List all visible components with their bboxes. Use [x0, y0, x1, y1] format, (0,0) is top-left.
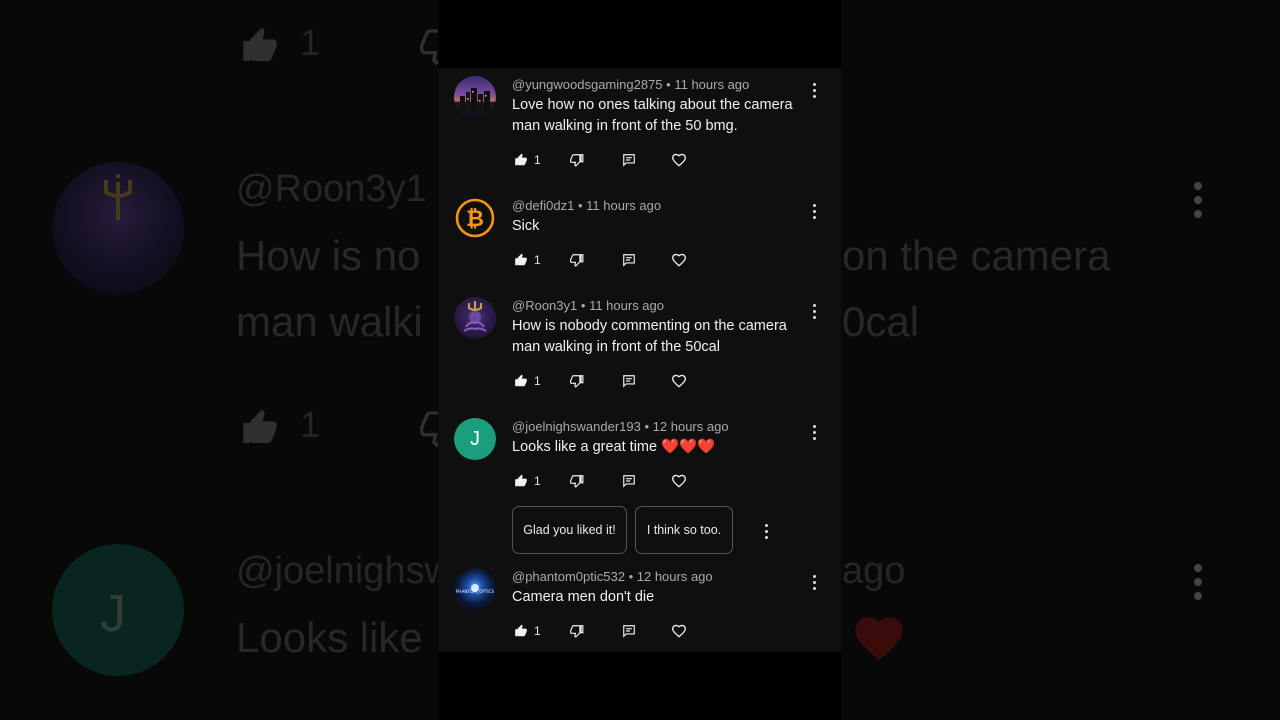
- comment-actions: 1: [512, 472, 712, 490]
- dislike-button[interactable]: [570, 472, 584, 490]
- comment-author[interactable]: @joelnighswander193: [512, 419, 641, 434]
- bitcoin-icon: ₿: [455, 198, 495, 238]
- thumbs-up-icon: [515, 153, 527, 166]
- more-options-icon[interactable]: [812, 575, 818, 593]
- comment-meta: @defi0dz1 • 11 hours ago: [512, 198, 661, 213]
- thumbs-down-icon: [570, 254, 584, 267]
- avatar[interactable]: [454, 297, 496, 339]
- suggested-reply-chip[interactable]: I think so too.: [635, 506, 733, 554]
- comment-time[interactable]: 11 hours ago: [589, 298, 664, 313]
- comment-time[interactable]: 12 hours ago: [637, 569, 713, 584]
- thumbs-down-icon: [570, 154, 584, 167]
- reply-button[interactable]: [622, 151, 636, 169]
- avatar[interactable]: J: [454, 418, 496, 460]
- avatar[interactable]: ₿: [454, 197, 496, 239]
- comment-meta: @phantom0ptic532 • 12 hours ago: [512, 569, 713, 584]
- comment-actions: 1: [512, 151, 712, 169]
- separator: •: [577, 198, 583, 213]
- thumbs-up-icon: [515, 474, 527, 487]
- city-night-icon: [460, 88, 490, 112]
- more-replies-icon[interactable]: [764, 524, 770, 542]
- comment-meta: @Roon3y1 • 11 hours ago: [512, 298, 664, 313]
- separator: •: [666, 77, 671, 92]
- reply-button[interactable]: [622, 472, 636, 490]
- comment-text: Camera men don't die: [512, 589, 655, 605]
- heart-button[interactable]: [671, 622, 687, 640]
- comment-text: Looks like a great time ❤️❤️❤️: [512, 439, 716, 455]
- like-count: 1: [534, 153, 541, 167]
- like-button[interactable]: 1: [514, 372, 541, 390]
- comment-author[interactable]: @phantom0ptic532: [512, 569, 625, 584]
- reply-button[interactable]: [622, 622, 636, 640]
- comment-time[interactable]: 11 hours ago: [674, 77, 749, 92]
- reply-icon: [623, 154, 635, 167]
- like-button[interactable]: 1: [514, 472, 541, 490]
- octopus-king-icon: [463, 301, 487, 332]
- heart-outline-icon: [671, 374, 687, 388]
- heart-outline-icon: [671, 153, 687, 167]
- heart-button[interactable]: [671, 372, 687, 390]
- heart-button[interactable]: [671, 472, 687, 490]
- dislike-button[interactable]: [570, 622, 584, 640]
- comment-author[interactable]: @Roon3y1: [512, 298, 577, 313]
- thumbs-up-icon: [515, 374, 527, 387]
- like-button[interactable]: 1: [514, 622, 541, 640]
- avatar[interactable]: [454, 76, 496, 118]
- comment-text: How is nobody commenting on the camera m…: [512, 318, 787, 355]
- phantom-optics-icon: PHANTOM_OPTICS: [456, 584, 495, 594]
- more-options-icon[interactable]: [812, 425, 818, 443]
- heart-button[interactable]: [671, 151, 687, 169]
- dislike-button[interactable]: [570, 372, 584, 390]
- like-button[interactable]: 1: [514, 151, 541, 169]
- reply-icon: [623, 254, 635, 267]
- reply-button[interactable]: [622, 372, 636, 390]
- reply-icon: [623, 625, 635, 638]
- thumbs-down-icon: [570, 375, 584, 388]
- dislike-button[interactable]: [570, 251, 584, 269]
- thumbs-up-icon: [515, 624, 527, 637]
- comment-time[interactable]: 12 hours ago: [653, 419, 729, 434]
- like-count: 1: [534, 374, 541, 388]
- comments-panel: @yungwoodsgaming2875 • 11 hours ago Love…: [438, 0, 841, 720]
- like-count: 1: [534, 253, 541, 267]
- comment-text: Sick: [512, 218, 540, 234]
- separator: •: [644, 419, 650, 434]
- avatar[interactable]: PHANTOM_OPTICS: [454, 568, 496, 610]
- separator: •: [580, 298, 586, 313]
- svg-text:₿: ₿: [466, 207, 484, 232]
- heart-button[interactable]: [671, 251, 687, 269]
- comment-actions: 1: [512, 372, 712, 390]
- more-options-icon[interactable]: [812, 204, 818, 222]
- thumbs-down-icon: [570, 625, 584, 638]
- like-count: 1: [534, 474, 541, 488]
- reply-icon: [623, 475, 635, 488]
- heart-outline-icon: [671, 624, 687, 638]
- comment-author[interactable]: @yungwoodsgaming2875: [512, 77, 663, 92]
- comment-actions: 1: [512, 251, 712, 269]
- comment-author[interactable]: @defi0dz1: [512, 198, 574, 213]
- comment-meta: @joelnighswander193 • 12 hours ago: [512, 419, 729, 434]
- like-button[interactable]: 1: [514, 251, 541, 269]
- avatar-letter: J: [470, 427, 480, 450]
- reply-icon: [623, 375, 635, 388]
- thumbs-down-icon: [570, 475, 584, 488]
- reply-button[interactable]: [622, 251, 636, 269]
- comment-time[interactable]: 11 hours ago: [586, 198, 661, 213]
- heart-outline-icon: [671, 253, 687, 267]
- comment-list: @yungwoodsgaming2875 • 11 hours ago Love…: [438, 68, 841, 652]
- like-count: 1: [534, 624, 541, 638]
- avatar-label: PHANTOM_OPTICS: [456, 589, 495, 594]
- more-options-icon[interactable]: [812, 83, 818, 101]
- heart-outline-icon: [671, 474, 687, 488]
- more-options-icon[interactable]: [812, 304, 818, 322]
- comment-meta: @yungwoodsgaming2875 • 11 hours ago: [512, 77, 749, 92]
- separator: •: [628, 569, 634, 584]
- thumbs-up-icon: [515, 253, 527, 266]
- comment-actions: 1: [512, 622, 712, 640]
- suggested-reply-chip[interactable]: Glad you liked it!: [512, 506, 627, 554]
- dislike-button[interactable]: [570, 151, 584, 169]
- comment-text: Love how no ones talking about the camer…: [512, 97, 793, 134]
